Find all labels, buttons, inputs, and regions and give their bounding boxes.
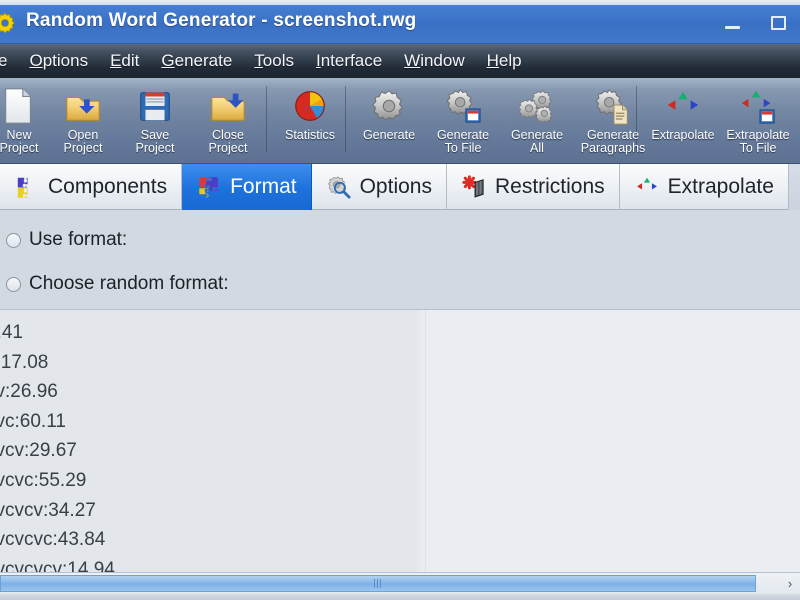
list-item[interactable]: cvcvcv:34.27	[0, 496, 96, 526]
list-column-divider	[425, 310, 426, 572]
toolbar-button-open-project[interactable]: Open Project	[52, 78, 114, 162]
puzzle-color-icon	[196, 174, 222, 200]
save-floppy-icon	[134, 85, 176, 127]
gear-document-icon	[592, 85, 634, 127]
menu-item-options[interactable]: Options	[18, 48, 99, 74]
format-panel: Use format: Choose random format: cvcvd	[0, 210, 800, 468]
tab-options[interactable]: Options	[311, 164, 447, 210]
gear-magnifier-icon	[326, 174, 352, 200]
list-item[interactable]: cvcv:29.67	[0, 436, 77, 466]
minimize-button[interactable]	[718, 10, 746, 36]
toolbar-button-generate-to-file[interactable]: Generate To File	[427, 78, 499, 162]
use-format-label: Use format:	[29, 229, 128, 250]
open-folder-icon	[62, 85, 104, 127]
gear-icon	[368, 85, 410, 127]
tab-extrapolate[interactable]: Extrapolate	[619, 164, 789, 210]
pie-chart-icon	[289, 85, 331, 127]
minimize-icon	[724, 26, 740, 29]
tab-label: Extrapolate	[667, 174, 774, 198]
menu-item-tools[interactable]: Tools	[243, 48, 305, 74]
toolbar-button-label: Generate Paragraphs	[580, 128, 646, 155]
toolbar-button-label: Save Project	[135, 128, 175, 155]
toolbar-separator	[345, 86, 346, 152]
window-controls	[718, 10, 792, 36]
tab-label: Options	[359, 174, 432, 198]
toolbar-button-label: Generate To File	[436, 128, 490, 155]
menu-item-interface[interactable]: Interface	[305, 48, 393, 74]
toolbar-button-new-project[interactable]: New Project	[0, 78, 52, 162]
application-window: Random Word Generator - screenshot.rwg e…	[0, 0, 800, 600]
tab-label: Components	[48, 174, 168, 198]
multi-gear-icon	[516, 85, 558, 127]
toolbar-button-label: Statistics	[284, 128, 335, 142]
toolbar-button-close-project[interactable]: Close Project	[197, 78, 259, 162]
toolbar-button-extrapolate-to-file[interactable]: Extrapolate To File	[718, 78, 798, 162]
list-item[interactable]: c:17.08	[0, 348, 48, 378]
scroll-right-arrow[interactable]: ›	[780, 574, 800, 593]
menu-item-e[interactable]: e	[0, 48, 18, 74]
menu-item-window[interactable]: Window	[393, 48, 475, 74]
list-item[interactable]: 2.41	[0, 318, 23, 348]
choose-random-format-row[interactable]: Choose random format:	[6, 268, 229, 300]
choose-random-format-label: Choose random format:	[29, 273, 229, 294]
toolbar-button-generate[interactable]: Generate	[355, 78, 423, 162]
extrapolate-file-icon	[737, 85, 779, 127]
list-item[interactable]: cvcvcvcv:14.94	[0, 555, 115, 572]
toolbar: New Project Open Project Save Project Close…	[0, 78, 800, 164]
choose-random-format-radio[interactable]	[6, 276, 21, 292]
title-bar: Random Word Generator - screenshot.rwg	[0, 0, 800, 44]
toolbar-button-statistics[interactable]: Statistics	[276, 78, 344, 162]
toolbar-button-generate-all[interactable]: Generate All	[502, 78, 572, 162]
toolbar-button-extrapolate[interactable]: Extrapolate	[645, 78, 721, 162]
scroll-grip-icon	[373, 579, 383, 588]
list-item[interactable]: cvc:60.11	[0, 407, 66, 437]
menu-item-edit[interactable]: Edit	[99, 48, 150, 74]
extrapolate-arrows-icon	[662, 85, 704, 127]
toolbar-button-save-project[interactable]: Save Project	[124, 78, 186, 162]
list-item[interactable]: cvcvc:55.29	[0, 466, 86, 496]
maximize-icon	[770, 16, 786, 30]
format-list[interactable]: 2.41c:17.08cv:26.96cvc:60.11cvcv:29.67cv…	[0, 310, 800, 572]
puzzle-blue-icon	[14, 174, 40, 200]
extrapolate-arrows-icon	[634, 174, 660, 200]
toolbar-separator	[266, 86, 267, 152]
use-format-radio[interactable]	[6, 232, 21, 248]
window-title: Random Word Generator - screenshot.rwg	[26, 10, 417, 31]
tab-label: Format	[230, 175, 297, 198]
scrollbar-thumb[interactable]	[0, 575, 756, 592]
new-document-icon	[0, 85, 40, 127]
list-item[interactable]: cvcvcvc:43.84	[0, 525, 105, 555]
menu-bar: e Options Edit Generate Tools Interface Window…	[0, 44, 800, 78]
menu-item-generate[interactable]: Generate	[150, 48, 243, 74]
tab-components[interactable]: Components	[0, 164, 183, 210]
toolbar-button-label: Close Project	[208, 128, 248, 155]
horizontal-scrollbar[interactable]: ›	[0, 572, 800, 594]
close-folder-icon	[207, 85, 249, 127]
gear-file-icon	[442, 85, 484, 127]
tab-label: Restrictions	[494, 174, 605, 198]
tab-format[interactable]: Format	[182, 164, 312, 210]
tab-restrictions[interactable]: Restrictions	[446, 164, 620, 210]
toolbar-button-label: Open Project	[63, 128, 103, 155]
gear-app-icon	[0, 12, 15, 34]
toolbar-button-label: Extrapolate To File	[726, 128, 790, 155]
toolbar-button-label: Generate All	[510, 128, 564, 155]
use-format-row[interactable]: Use format:	[6, 224, 128, 256]
toolbar-button-label: Extrapolate	[651, 128, 715, 142]
tab-bar: Components Format Options Restrictions Extra…	[0, 164, 800, 210]
maximize-button[interactable]	[764, 10, 792, 36]
menu-item-help[interactable]: Help	[476, 48, 533, 74]
toolbar-button-label: Generate	[362, 128, 416, 142]
toolbar-button-label: New Project	[0, 128, 39, 155]
window-bottom-edge	[0, 594, 800, 600]
asterisk-comb-icon	[461, 174, 487, 200]
toolbar-button-generate-paragraphs[interactable]: Generate Paragraphs	[572, 78, 654, 162]
list-item[interactable]: cv:26.96	[0, 377, 58, 407]
